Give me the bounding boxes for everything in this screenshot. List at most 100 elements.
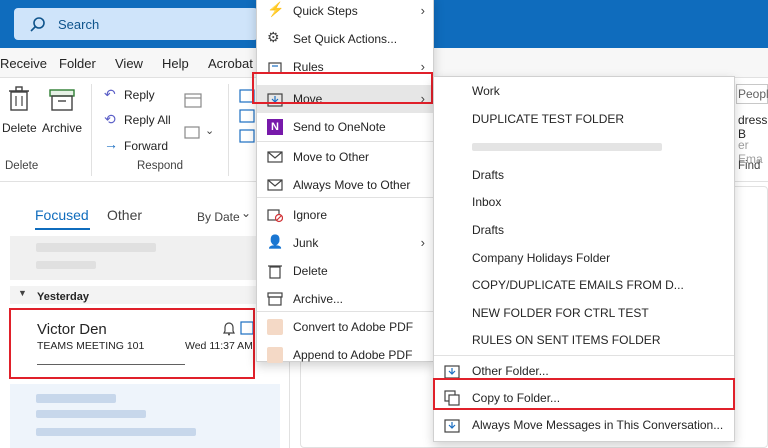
folder-item[interactable]: COPY/DUPLICATE EMAILS FROM D... <box>434 271 734 299</box>
adobe-pdf-icon <box>267 319 283 335</box>
folder-item[interactable]: Inbox <box>434 188 734 216</box>
gear-icon: ⚙ <box>267 29 280 45</box>
mail-icon <box>267 177 283 193</box>
menu-item-label: Quick Steps <box>293 4 358 18</box>
onenote-icon: N <box>267 119 283 135</box>
lightning-icon: ⚡ <box>267 1 285 17</box>
tab-focused[interactable]: Focused <box>35 207 89 223</box>
trash-icon <box>267 263 283 279</box>
delete-button[interactable]: Delete <box>2 121 37 135</box>
meeting-icon[interactable] <box>184 92 202 108</box>
chevron-right-icon: › <box>420 235 425 250</box>
junk-icon: 👤 <box>267 234 284 249</box>
context-menu: ⚡ Quick Steps › ⚙ Set Quick Actions... R… <box>256 0 434 363</box>
move-highlight <box>252 72 433 104</box>
more-respond-icon[interactable] <box>184 124 202 140</box>
ignore-icon <box>267 207 284 223</box>
blurred-text <box>36 243 156 252</box>
menu-item-convert-to-adobe-pdf[interactable]: Convert to Adobe PDF <box>257 313 433 341</box>
menu-item-always-move[interactable]: Always Move Messages in This Conversatio… <box>434 411 734 439</box>
reply-all-icon: ⟲ <box>104 111 116 127</box>
folder-item[interactable]: NEW FOLDER FOR CTRL TEST <box>434 299 734 327</box>
search-input[interactable]: Search <box>58 17 99 32</box>
menu-separator <box>434 355 734 356</box>
folder-label: NEW FOLDER FOR CTRL TEST <box>472 306 649 320</box>
folder-label: Inbox <box>472 195 502 209</box>
menu-item-label: Archive... <box>293 292 344 306</box>
menu-item-quick-steps[interactable]: ⚡ Quick Steps › <box>257 0 433 25</box>
folder-item[interactable]: Work <box>434 77 734 105</box>
menu-item-append-to-adobe-pdf[interactable]: Append to Adobe PDF <box>257 341 433 369</box>
chevron-down-icon[interactable]: ▼ <box>18 288 27 298</box>
menu-item-delete[interactable]: Delete <box>257 257 433 285</box>
search-icon <box>30 17 45 32</box>
blurred-text <box>36 428 196 436</box>
menu-item-ignore[interactable]: Ignore <box>257 201 433 229</box>
folder-item[interactable]: Drafts <box>434 216 734 244</box>
menu-item-label: Always Move Messages in This Conversatio… <box>472 418 724 432</box>
sort-by-date[interactable]: By Date <box>197 210 240 224</box>
menu-item-label: Ignore <box>293 208 328 222</box>
chevron-right-icon: › <box>420 3 425 18</box>
folder-label: COPY/DUPLICATE EMAILS FROM D... <box>472 278 684 292</box>
forward-button[interactable]: Forward <box>124 139 168 153</box>
search-box[interactable] <box>14 8 258 40</box>
menu-item-label: Other Folder... <box>472 364 549 378</box>
tab-folder[interactable]: Folder <box>59 56 96 71</box>
menu-item-label: Append to Adobe PDF <box>293 348 413 362</box>
reply-button[interactable]: Reply <box>124 88 155 102</box>
folder-item[interactable] <box>434 133 734 161</box>
menu-separator <box>257 141 433 142</box>
menu-item-label: Set Quick Actions... <box>293 32 398 46</box>
move-folder-icon <box>444 363 460 379</box>
adobe-pdf-icon <box>267 347 283 363</box>
menu-item-set-quick-actions[interactable]: ⚙ Set Quick Actions... <box>257 25 433 53</box>
group-label-delete: Delete <box>5 160 39 172</box>
reply-icon: ↶ <box>104 86 116 102</box>
menu-item-label: Convert to Adobe PDF <box>293 320 414 334</box>
folder-item[interactable]: Company Holidays Folder <box>434 244 734 272</box>
menu-item-send-to-onenote[interactable]: N Send to OneNote <box>257 113 433 141</box>
menu-item-move-to-other[interactable]: Move to Other <box>257 143 433 171</box>
folder-label: Work <box>472 84 500 98</box>
folder-label: Drafts <box>472 168 505 182</box>
chevron-down-icon[interactable]: ⌄ <box>241 206 251 220</box>
blurred-text <box>36 261 96 269</box>
folder-item[interactable]: RULES ON SENT ITEMS FOLDER <box>434 326 734 354</box>
address-book-button[interactable]: dress B <box>738 113 768 141</box>
tab-help[interactable]: Help <box>162 56 189 71</box>
menu-item-label: Send to OneNote <box>293 120 386 134</box>
tab-other[interactable]: Other <box>107 207 142 223</box>
folder-item[interactable]: Drafts <box>434 161 734 189</box>
move-folder-icon <box>444 417 460 433</box>
menu-item-archive[interactable]: Archive... <box>257 285 433 313</box>
archive-icon <box>49 89 75 111</box>
ribbon-divider <box>228 84 229 176</box>
group-yesterday-label: Yesterday <box>37 291 89 303</box>
folder-label: DUPLICATE TEST FOLDER <box>472 112 625 126</box>
selected-message-highlight <box>9 308 255 379</box>
reply-all-button[interactable]: Reply All <box>124 113 171 127</box>
archive-icon <box>267 291 283 307</box>
blurred-text <box>36 410 146 418</box>
archive-button[interactable]: Archive <box>42 121 82 135</box>
menu-item-always-move-to-other[interactable]: Always Move to Other <box>257 171 433 199</box>
copy-to-folder-highlight <box>433 378 735 410</box>
menu-separator <box>257 311 433 312</box>
group-label-find: Find <box>738 160 761 172</box>
menu-separator <box>257 197 433 198</box>
people-search-field[interactable]: People <box>738 87 768 101</box>
folder-label: Company Holidays Folder <box>472 251 611 265</box>
folder-label: Drafts <box>472 223 505 237</box>
focused-underline <box>35 228 90 230</box>
folder-label: RULES ON SENT ITEMS FOLDER <box>472 333 661 347</box>
tab-view[interactable]: View <box>115 56 143 71</box>
tab-receive[interactable]: Receive <box>0 56 47 71</box>
blurred-text <box>472 143 662 151</box>
chevron-down-icon[interactable]: ⌄ <box>205 124 214 137</box>
tab-acrobat[interactable]: Acrobat <box>208 56 253 71</box>
folder-item[interactable]: DUPLICATE TEST FOLDER <box>434 105 734 133</box>
blurred-text <box>36 394 116 403</box>
menu-item-junk[interactable]: 👤 Junk › <box>257 229 433 257</box>
forward-icon: → <box>104 136 118 152</box>
